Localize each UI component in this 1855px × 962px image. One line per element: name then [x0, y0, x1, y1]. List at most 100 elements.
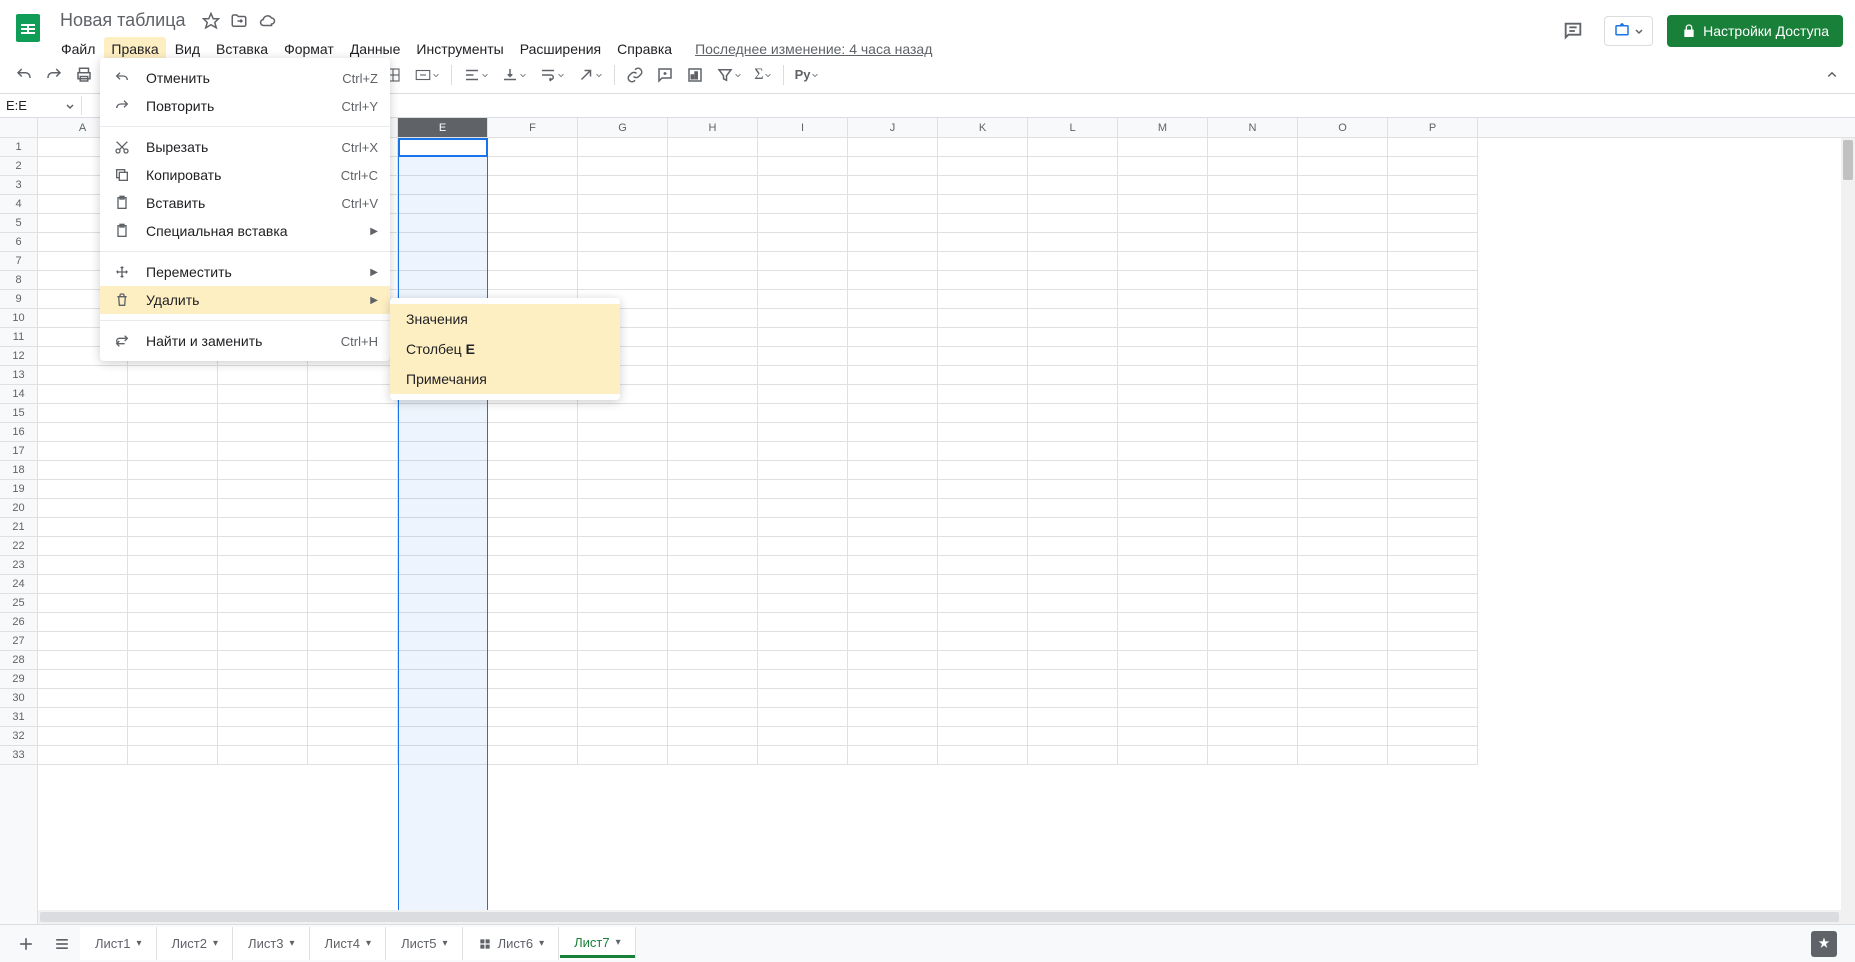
cell[interactable] [758, 347, 848, 366]
sheets-logo[interactable] [12, 12, 44, 44]
cell[interactable] [848, 328, 938, 347]
cell[interactable] [488, 632, 578, 651]
cell[interactable] [488, 233, 578, 252]
cell[interactable] [488, 195, 578, 214]
cell[interactable] [1028, 252, 1118, 271]
cell[interactable] [1208, 195, 1298, 214]
cell[interactable] [578, 157, 668, 176]
cell[interactable] [488, 252, 578, 271]
cell[interactable] [1208, 423, 1298, 442]
cell[interactable] [938, 385, 1028, 404]
cell[interactable] [758, 366, 848, 385]
cell[interactable] [758, 233, 848, 252]
cell[interactable] [758, 556, 848, 575]
cell[interactable] [488, 442, 578, 461]
cell[interactable] [1118, 290, 1208, 309]
cell[interactable] [1208, 176, 1298, 195]
cell[interactable] [128, 727, 218, 746]
cell[interactable] [1298, 594, 1388, 613]
cell[interactable] [668, 594, 758, 613]
cell[interactable] [398, 556, 488, 575]
cell[interactable] [308, 537, 398, 556]
cell[interactable] [128, 708, 218, 727]
cell[interactable] [938, 632, 1028, 651]
cell[interactable] [1118, 499, 1208, 518]
cell[interactable] [128, 404, 218, 423]
row-header[interactable]: 1 [0, 138, 37, 157]
cell[interactable] [398, 442, 488, 461]
cell[interactable] [758, 404, 848, 423]
cell[interactable] [758, 613, 848, 632]
cell[interactable] [38, 518, 128, 537]
cell[interactable] [1028, 233, 1118, 252]
cell[interactable] [668, 689, 758, 708]
cell[interactable] [38, 651, 128, 670]
cell[interactable] [578, 727, 668, 746]
cell[interactable] [1118, 233, 1208, 252]
cell[interactable] [218, 366, 308, 385]
cell[interactable] [668, 632, 758, 651]
column-header-O[interactable]: O [1298, 118, 1388, 137]
undo-button[interactable] [10, 62, 38, 88]
cell[interactable] [1208, 252, 1298, 271]
column-header-L[interactable]: L [1028, 118, 1118, 137]
cell[interactable] [1118, 347, 1208, 366]
cell[interactable] [38, 442, 128, 461]
cell[interactable] [1118, 366, 1208, 385]
cell[interactable] [848, 670, 938, 689]
cell[interactable] [938, 575, 1028, 594]
row-header[interactable]: 2 [0, 157, 37, 176]
menu-paste[interactable]: Вставить Ctrl+V [100, 189, 390, 217]
cell[interactable] [938, 480, 1028, 499]
row-header[interactable]: 26 [0, 613, 37, 632]
cell[interactable] [1118, 214, 1208, 233]
cell[interactable] [398, 632, 488, 651]
cell[interactable] [218, 746, 308, 765]
cell[interactable] [1118, 176, 1208, 195]
cell[interactable] [758, 423, 848, 442]
cell[interactable] [938, 366, 1028, 385]
cell[interactable] [578, 480, 668, 499]
column-header-I[interactable]: I [758, 118, 848, 137]
cell[interactable] [758, 328, 848, 347]
cell[interactable] [1208, 670, 1298, 689]
cell[interactable] [128, 385, 218, 404]
cell[interactable] [668, 309, 758, 328]
cell[interactable] [1388, 480, 1478, 499]
cell[interactable] [1118, 461, 1208, 480]
cell[interactable] [1208, 556, 1298, 575]
cell[interactable] [668, 404, 758, 423]
cell[interactable] [938, 651, 1028, 670]
cell[interactable] [758, 442, 848, 461]
cell[interactable] [938, 670, 1028, 689]
share-button[interactable]: Настройки Доступа [1667, 15, 1843, 47]
cell[interactable] [938, 708, 1028, 727]
chart-button[interactable] [681, 62, 709, 88]
cell[interactable] [758, 309, 848, 328]
cell[interactable] [1208, 157, 1298, 176]
menu-инструменты[interactable]: Инструменты [409, 37, 510, 61]
cell[interactable] [308, 480, 398, 499]
cell[interactable] [578, 461, 668, 480]
cell[interactable] [668, 461, 758, 480]
menu-find-replace[interactable]: Найти и заменить Ctrl+H [100, 327, 390, 355]
cell[interactable] [1118, 442, 1208, 461]
cell[interactable] [308, 613, 398, 632]
cell[interactable] [1298, 347, 1388, 366]
link-button[interactable] [621, 62, 649, 88]
row-header[interactable]: 8 [0, 271, 37, 290]
row-header[interactable]: 31 [0, 708, 37, 727]
cell[interactable] [1208, 632, 1298, 651]
cell[interactable] [1298, 746, 1388, 765]
cell[interactable] [1208, 347, 1298, 366]
doc-title[interactable]: Новая таблица [54, 8, 192, 33]
cell[interactable] [758, 518, 848, 537]
cell[interactable] [1208, 708, 1298, 727]
cell[interactable] [1028, 480, 1118, 499]
cell[interactable] [578, 176, 668, 195]
merge-button[interactable] [409, 62, 445, 88]
cell[interactable] [758, 290, 848, 309]
functions-button[interactable]: Σ [749, 62, 776, 88]
cell[interactable] [1028, 176, 1118, 195]
cell[interactable] [1208, 594, 1298, 613]
